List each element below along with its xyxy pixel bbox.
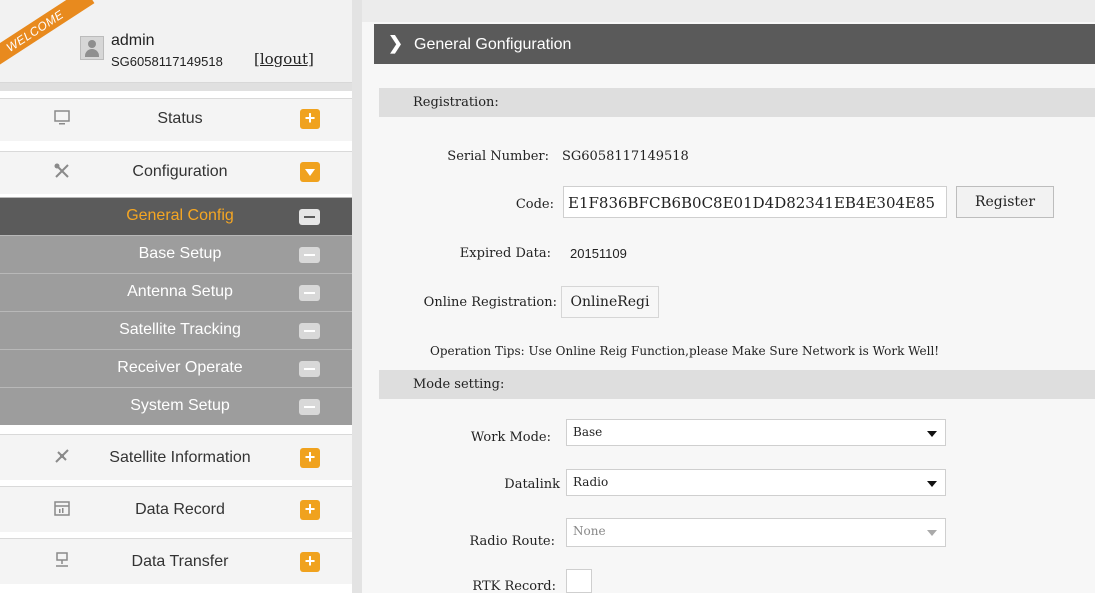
logout-link[interactable]: [logout] (254, 50, 314, 68)
submenu-label: Receiver Operate (117, 359, 243, 376)
tools-icon (52, 161, 72, 181)
section-label: Mode setting: (413, 377, 505, 392)
page-header: ❯ General Gonfiguration (374, 24, 1095, 64)
nav-item-data-transfer[interactable]: Data Transfer + (0, 538, 352, 584)
nav-item-label: Status (157, 110, 203, 127)
datalink-label: Datalink (504, 477, 560, 492)
submenu-label: General Config (126, 207, 234, 224)
expand-plus-icon[interactable]: + (300, 109, 320, 129)
minus-icon (299, 399, 320, 415)
sidebar: WELCOME admin SG6058117149518 [logout] S… (0, 0, 352, 593)
submenu-item-satellite-tracking[interactable]: Satellite Tracking (0, 311, 352, 349)
sidebar-separator (0, 83, 352, 91)
section-label: Registration: (413, 95, 499, 110)
nav-item-label: Satellite Information (109, 449, 251, 466)
submenu-item-receiver-operate[interactable]: Receiver Operate (0, 349, 352, 387)
avatar-icon (80, 36, 104, 60)
network-icon (52, 550, 72, 570)
top-strip (362, 0, 1095, 22)
collapse-chevron-icon[interactable] (300, 162, 320, 182)
main-panel: ❯ General Gonfiguration Registration: Se… (362, 0, 1095, 594)
page-title: General Gonfiguration (414, 36, 572, 53)
nav-item-label: Data Transfer (131, 553, 229, 570)
submenu-label: System Setup (130, 397, 230, 414)
expired-date-value: 20151109 (570, 246, 627, 261)
submenu-item-general-config[interactable]: General Config (0, 197, 352, 235)
submenu-label: Satellite Tracking (119, 321, 241, 338)
submenu-item-antenna-setup[interactable]: Antenna Setup (0, 273, 352, 311)
radio-route-select[interactable]: None (566, 518, 946, 547)
dropdown-caret-icon (927, 530, 937, 536)
nav-item-status[interactable]: Status + (0, 98, 352, 141)
submenu-label: Base Setup (138, 245, 222, 262)
chevron-right-icon: ❯ (388, 33, 404, 53)
expand-plus-icon[interactable]: + (300, 448, 320, 468)
datalink-value: Radio (573, 475, 609, 489)
nav-item-satellite-information[interactable]: Satellite Information + (0, 434, 352, 480)
minus-icon (299, 209, 320, 225)
submenu-item-base-setup[interactable]: Base Setup (0, 235, 352, 273)
user-serial: SG6058117149518 (111, 54, 223, 69)
mode-section-header: Mode setting: (379, 370, 1095, 399)
datalink-select[interactable]: Radio (566, 469, 946, 496)
dropdown-caret-icon (927, 481, 937, 487)
expand-plus-icon[interactable]: + (300, 552, 320, 572)
nav-item-data-record[interactable]: Data Record + (0, 486, 352, 532)
nav-item-label: Configuration (132, 163, 228, 180)
submenu-label: Antenna Setup (127, 283, 233, 300)
online-registration-label: Online Registration: (423, 295, 557, 310)
submenu-item-system-setup[interactable]: System Setup (0, 387, 352, 425)
username: admin (111, 32, 155, 49)
operation-tips: Operation Tips: Use Online Reig Function… (430, 344, 940, 358)
code-input[interactable]: E1F836BFCB6B0C8E01D4D82341EB4E304E85 (563, 186, 947, 218)
satellite-icon (52, 446, 72, 466)
sidebar-divider (352, 0, 362, 593)
dropdown-caret-icon (927, 431, 937, 437)
monitor-icon (52, 108, 72, 128)
user-panel: WELCOME admin SG6058117149518 [logout] (0, 0, 352, 83)
work-mode-label: Work Mode: (470, 430, 551, 445)
radio-route-label: Radio Route: (469, 534, 555, 549)
serial-number-label: Serial Number: (447, 149, 549, 164)
content-area: Registration: Serial Number: SG605811714… (374, 64, 1095, 594)
work-mode-value: Base (573, 425, 603, 439)
minus-icon (299, 323, 320, 339)
nav-item-configuration[interactable]: Configuration (0, 151, 352, 194)
expired-date-label: Expired Data: (459, 246, 551, 261)
minus-icon (299, 285, 320, 301)
work-mode-select[interactable]: Base (566, 419, 946, 446)
minus-icon (299, 361, 320, 377)
register-button[interactable]: Register (956, 186, 1054, 218)
registration-section-header: Registration: (379, 88, 1095, 117)
serial-number-value: SG6058117149518 (562, 149, 689, 164)
code-label: Code: (515, 197, 554, 212)
online-registration-button[interactable]: OnlineRegi (561, 286, 659, 318)
radio-route-value: None (573, 524, 606, 538)
nav-item-label: Data Record (135, 501, 225, 518)
calendar-icon (52, 498, 72, 518)
minus-icon (299, 247, 320, 263)
expand-plus-icon[interactable]: + (300, 500, 320, 520)
rtk-record-checkbox[interactable] (566, 569, 592, 593)
rtk-record-label: RTK Record: (472, 579, 556, 594)
